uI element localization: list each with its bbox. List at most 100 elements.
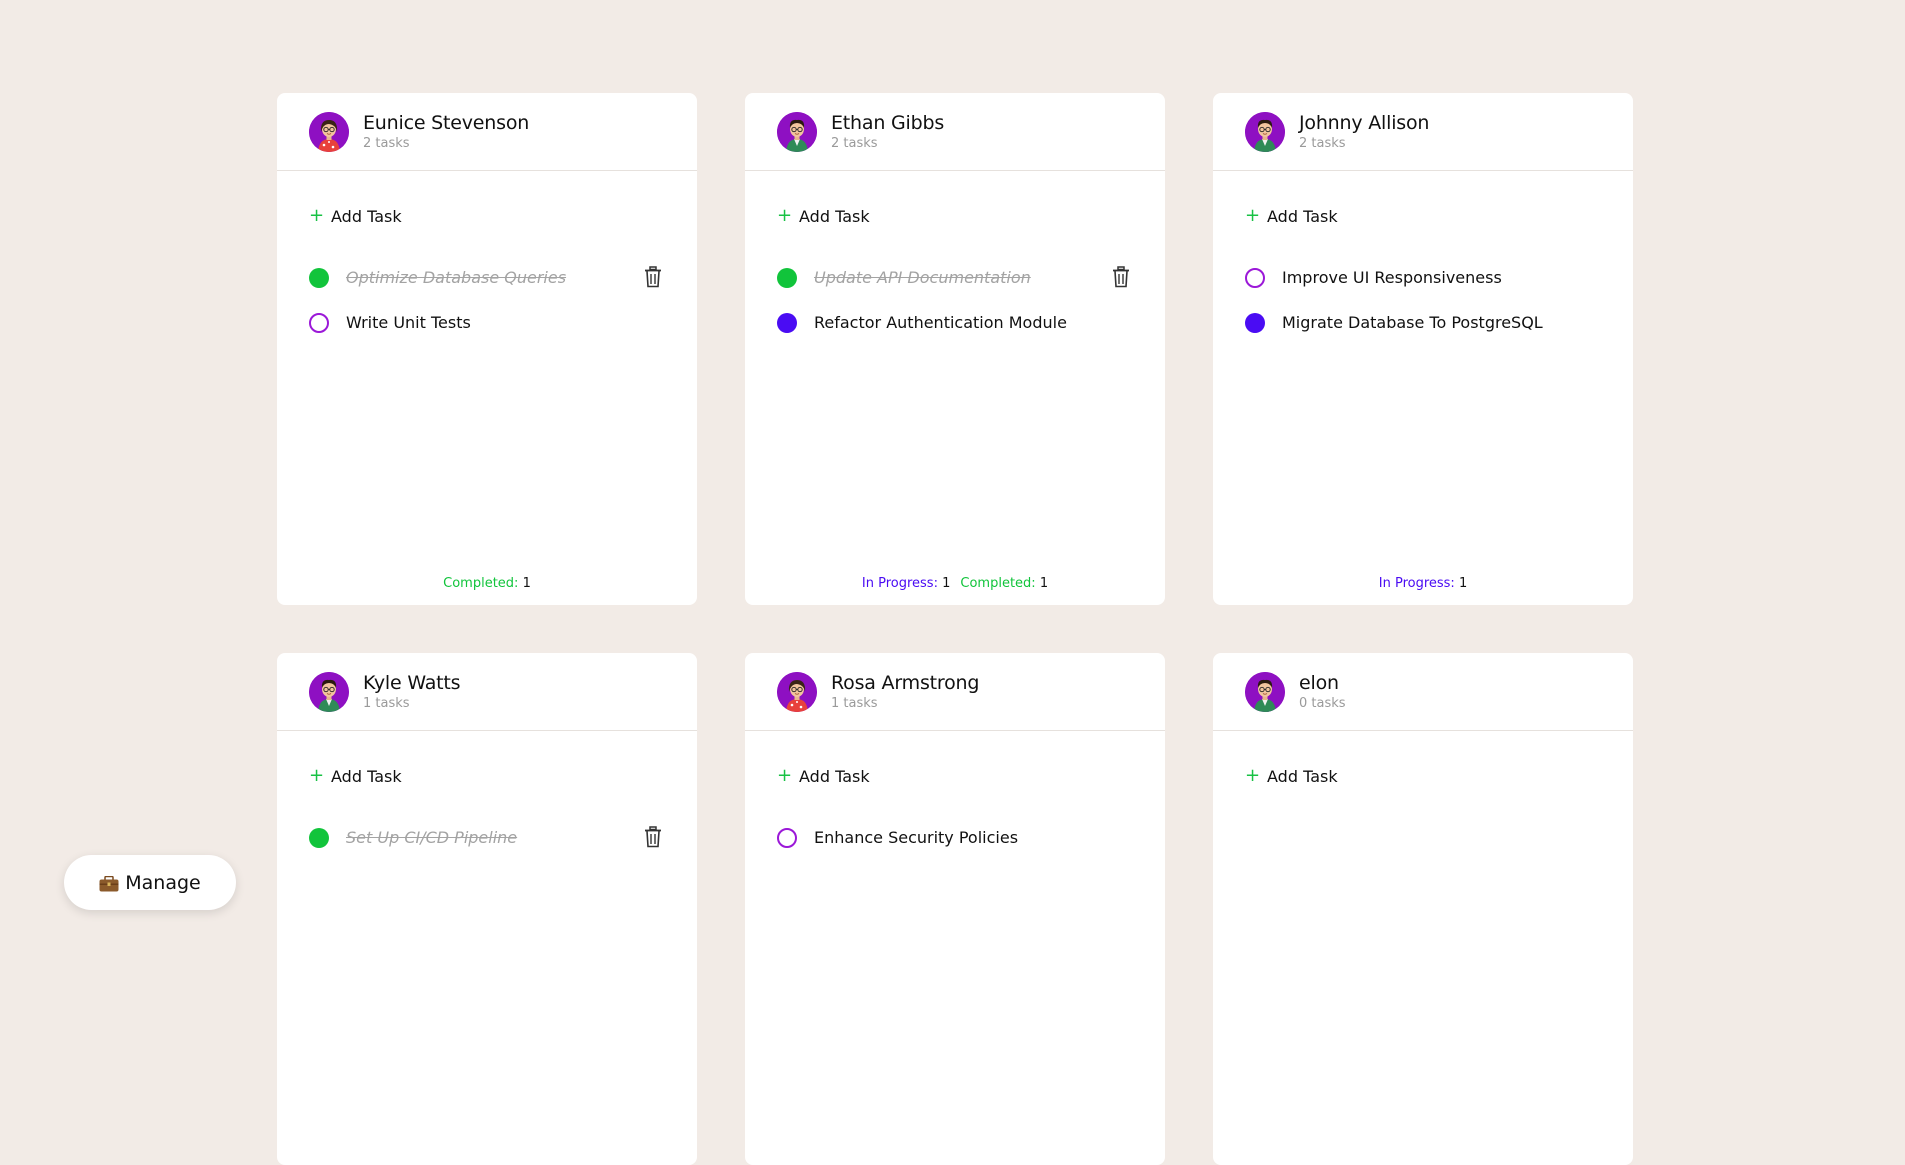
task-status-toggle[interactable]	[1245, 267, 1265, 288]
task-list: Improve UI Responsiveness Migrate Databas…	[1245, 255, 1601, 345]
male-avatar	[1245, 671, 1285, 712]
add-task-button[interactable]: + Add Task	[309, 766, 402, 786]
header-text: Ethan Gibbs 2 tasks	[831, 111, 944, 153]
plus-icon: +	[309, 765, 325, 786]
plus-icon: +	[1245, 765, 1261, 786]
task-status-toggle[interactable]	[777, 267, 797, 288]
task-status-toggle[interactable]	[309, 827, 329, 848]
member-card: Rosa Armstrong 1 tasks + Add Task Enhance Se…	[745, 653, 1165, 1165]
trash-icon[interactable]	[1112, 266, 1130, 288]
card-header: Kyle Watts 1 tasks	[277, 653, 697, 731]
task-item[interactable]: Optimize Database Queries	[309, 255, 665, 300]
status-summary: In Progress: 1 Completed: 1	[745, 576, 1165, 591]
task-count: 1 tasks	[831, 695, 878, 711]
stat-value: 1	[522, 576, 531, 591]
add-task-label: Add Task	[331, 766, 402, 786]
stat-label: Completed:	[960, 576, 1036, 591]
member-name: elon	[1299, 671, 1339, 694]
member-card: Eunice Stevenson 2 tasks + Add Task Optimize…	[277, 93, 697, 605]
task-count: 2 tasks	[363, 135, 410, 151]
manage-button[interactable]: Manage	[64, 855, 236, 910]
card-header: Rosa Armstrong 1 tasks	[745, 653, 1165, 731]
stat-label: In Progress:	[1378, 576, 1455, 591]
task-item[interactable]: Enhance Security Policies	[777, 815, 1133, 860]
status-summary: Completed: 1	[277, 576, 697, 591]
task-count: 2 tasks	[831, 135, 878, 151]
task-title: Optimize Database Queries	[346, 268, 567, 287]
member-card: elon 0 tasks + Add Task	[1213, 653, 1633, 1165]
task-list: Enhance Security Policies	[777, 815, 1133, 860]
stat-value: 1	[942, 576, 951, 591]
male-avatar	[1245, 111, 1285, 152]
member-name: Kyle Watts	[363, 671, 461, 694]
card-header: elon 0 tasks	[1213, 653, 1633, 731]
task-status-toggle[interactable]	[1245, 312, 1265, 333]
task-count: 0 tasks	[1299, 695, 1346, 711]
status-stat: In Progress: 1	[1379, 576, 1468, 591]
add-task-button[interactable]: + Add Task	[1245, 766, 1338, 786]
briefcase-icon	[99, 875, 119, 891]
task-list: Set Up CI/CD Pipeline	[309, 815, 665, 860]
header-text: Rosa Armstrong 1 tasks	[831, 671, 979, 713]
header-text: Kyle Watts 1 tasks	[363, 671, 461, 713]
task-list: Optimize Database Queries Write Unit Test…	[309, 255, 665, 345]
female-avatar	[777, 671, 817, 712]
add-task-button[interactable]: + Add Task	[1245, 206, 1338, 226]
task-title: Enhance Security Policies	[814, 828, 1019, 847]
member-name: Rosa Armstrong	[831, 671, 980, 694]
card-header: Johnny Allison 2 tasks	[1213, 93, 1633, 171]
plus-icon: +	[777, 205, 793, 226]
task-title: Improve UI Responsiveness	[1282, 268, 1502, 287]
trash-icon[interactable]	[644, 266, 662, 288]
task-item[interactable]: Set Up CI/CD Pipeline	[309, 815, 665, 860]
plus-icon: +	[1245, 205, 1261, 226]
add-task-label: Add Task	[1267, 206, 1338, 226]
task-status-toggle[interactable]	[309, 312, 329, 333]
header-text: Eunice Stevenson 2 tasks	[363, 111, 529, 153]
plus-icon: +	[777, 765, 793, 786]
task-item[interactable]: Migrate Database To PostgreSQL	[1245, 300, 1601, 345]
male-avatar	[309, 671, 349, 712]
task-title: Migrate Database To PostgreSQL	[1282, 313, 1543, 332]
header-text: elon 0 tasks	[1299, 671, 1346, 713]
add-task-button[interactable]: + Add Task	[777, 766, 870, 786]
task-item[interactable]: Write Unit Tests	[309, 300, 665, 345]
add-task-label: Add Task	[799, 206, 870, 226]
task-title: Refactor Authentication Module	[814, 313, 1067, 332]
task-count: 2 tasks	[1299, 135, 1346, 151]
add-task-label: Add Task	[331, 206, 402, 226]
member-card: Kyle Watts 1 tasks + Add Task Set Up CI/CD P…	[277, 653, 697, 1165]
status-stat: Completed: 1	[443, 576, 531, 591]
task-status-toggle[interactable]	[309, 267, 329, 288]
add-task-button[interactable]: + Add Task	[777, 206, 870, 226]
task-title: Set Up CI/CD Pipeline	[346, 828, 518, 847]
member-name: Johnny Allison	[1299, 111, 1430, 134]
add-task-label: Add Task	[799, 766, 870, 786]
card-header: Eunice Stevenson 2 tasks	[277, 93, 697, 171]
trash-icon[interactable]	[644, 826, 662, 848]
member-card: Ethan Gibbs 2 tasks + Add Task Update API Do…	[745, 93, 1165, 605]
status-stat: Completed: 1	[960, 576, 1048, 591]
member-name: Eunice Stevenson	[363, 111, 530, 134]
add-task-button[interactable]: + Add Task	[309, 206, 402, 226]
stat-label: Completed:	[443, 576, 519, 591]
header-text: Johnny Allison 2 tasks	[1299, 111, 1429, 153]
stat-label: In Progress:	[861, 576, 938, 591]
task-count: 1 tasks	[363, 695, 410, 711]
female-avatar	[309, 111, 349, 152]
task-status-toggle[interactable]	[777, 827, 797, 848]
status-summary: In Progress: 1	[1213, 576, 1633, 591]
status-stat: In Progress: 1	[862, 576, 951, 591]
task-item[interactable]: Update API Documentation	[777, 255, 1133, 300]
task-item[interactable]: Refactor Authentication Module	[777, 300, 1133, 345]
task-board: Eunice Stevenson 2 tasks + Add Task Optimize…	[0, 0, 1905, 1165]
task-item[interactable]: Improve UI Responsiveness	[1245, 255, 1601, 300]
task-status-toggle[interactable]	[777, 312, 797, 333]
plus-icon: +	[309, 205, 325, 226]
card-header: Ethan Gibbs 2 tasks	[745, 93, 1165, 171]
male-avatar	[777, 111, 817, 152]
add-task-label: Add Task	[1267, 766, 1338, 786]
task-title: Update API Documentation	[814, 268, 1031, 287]
stat-value: 1	[1458, 576, 1468, 591]
manage-button-label: Manage	[125, 871, 201, 894]
